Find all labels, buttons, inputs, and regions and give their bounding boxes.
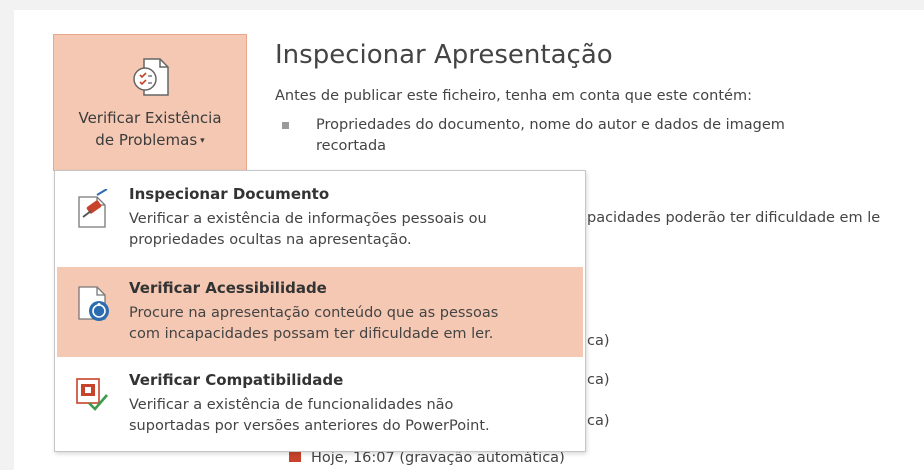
accessibility-partial-text: pacidades poderão ter dificuldade em le xyxy=(587,210,881,226)
version-partial-text-1: ca) xyxy=(587,333,610,349)
version-partial-text-2: ca) xyxy=(587,372,610,388)
accessibility-check-icon xyxy=(78,286,109,321)
menu-item-desc-line1: Verificar a existência de informações pe… xyxy=(129,211,487,227)
menu-item-desc-line2: propriedades ocultas na apresentação. xyxy=(129,232,412,248)
menu-item-title: Verificar Acessibilidade xyxy=(129,279,327,297)
menu-item-inspect-document[interactable]: Inspecionar Documento Verificar a existê… xyxy=(57,173,583,263)
check-button-label-line1: Verificar Existência xyxy=(78,109,222,127)
menu-item-check-accessibility[interactable]: Verificar Acessibilidade Procure na apre… xyxy=(57,267,583,357)
menu-item-desc-line2: com incapacidades possam ter dificuldade… xyxy=(129,326,494,342)
recent-version-item[interactable]: Hoje, 16:07 (gravação automática) xyxy=(289,450,565,466)
checklist-document-icon xyxy=(133,58,169,96)
inspect-document-icon xyxy=(78,189,108,228)
menu-item-desc-line1: Verificar a existência de funcionalidade… xyxy=(129,397,454,413)
menu-item-title: Inspecionar Documento xyxy=(129,185,330,203)
compatibility-check-icon xyxy=(76,378,108,411)
chevron-down-icon: ▾ xyxy=(200,136,205,146)
menu-item-desc-line2: suportadas por versões anteriores do Pow… xyxy=(129,418,490,434)
recent-version-label: Hoje, 16:07 (gravação automática) xyxy=(311,450,565,466)
menu-item-title: Verificar Compatibilidade xyxy=(129,371,344,389)
menu-item-desc-line1: Procure na apresentação conteúdo que as … xyxy=(129,305,499,321)
section-title: Inspecionar Apresentação xyxy=(275,40,613,70)
menu-item-check-compatibility[interactable]: Verificar Compatibilidade Verificar a ex… xyxy=(57,359,583,449)
section-intro: Antes de publicar este ficheiro, tenha e… xyxy=(275,88,752,104)
bullet-square-icon xyxy=(282,122,289,129)
check-for-issues-button[interactable]: Verificar Existência de Problemas ▾ xyxy=(53,34,247,171)
check-button-label-line2: de Problemas xyxy=(95,131,198,149)
check-issues-dropdown-menu: Inspecionar Documento Verificar a existê… xyxy=(54,170,586,452)
version-partial-text-3: ca) xyxy=(587,413,610,429)
bullet-line2: recortada xyxy=(316,138,387,154)
bullet-line1: Propriedades do documento, nome do autor… xyxy=(316,117,785,133)
